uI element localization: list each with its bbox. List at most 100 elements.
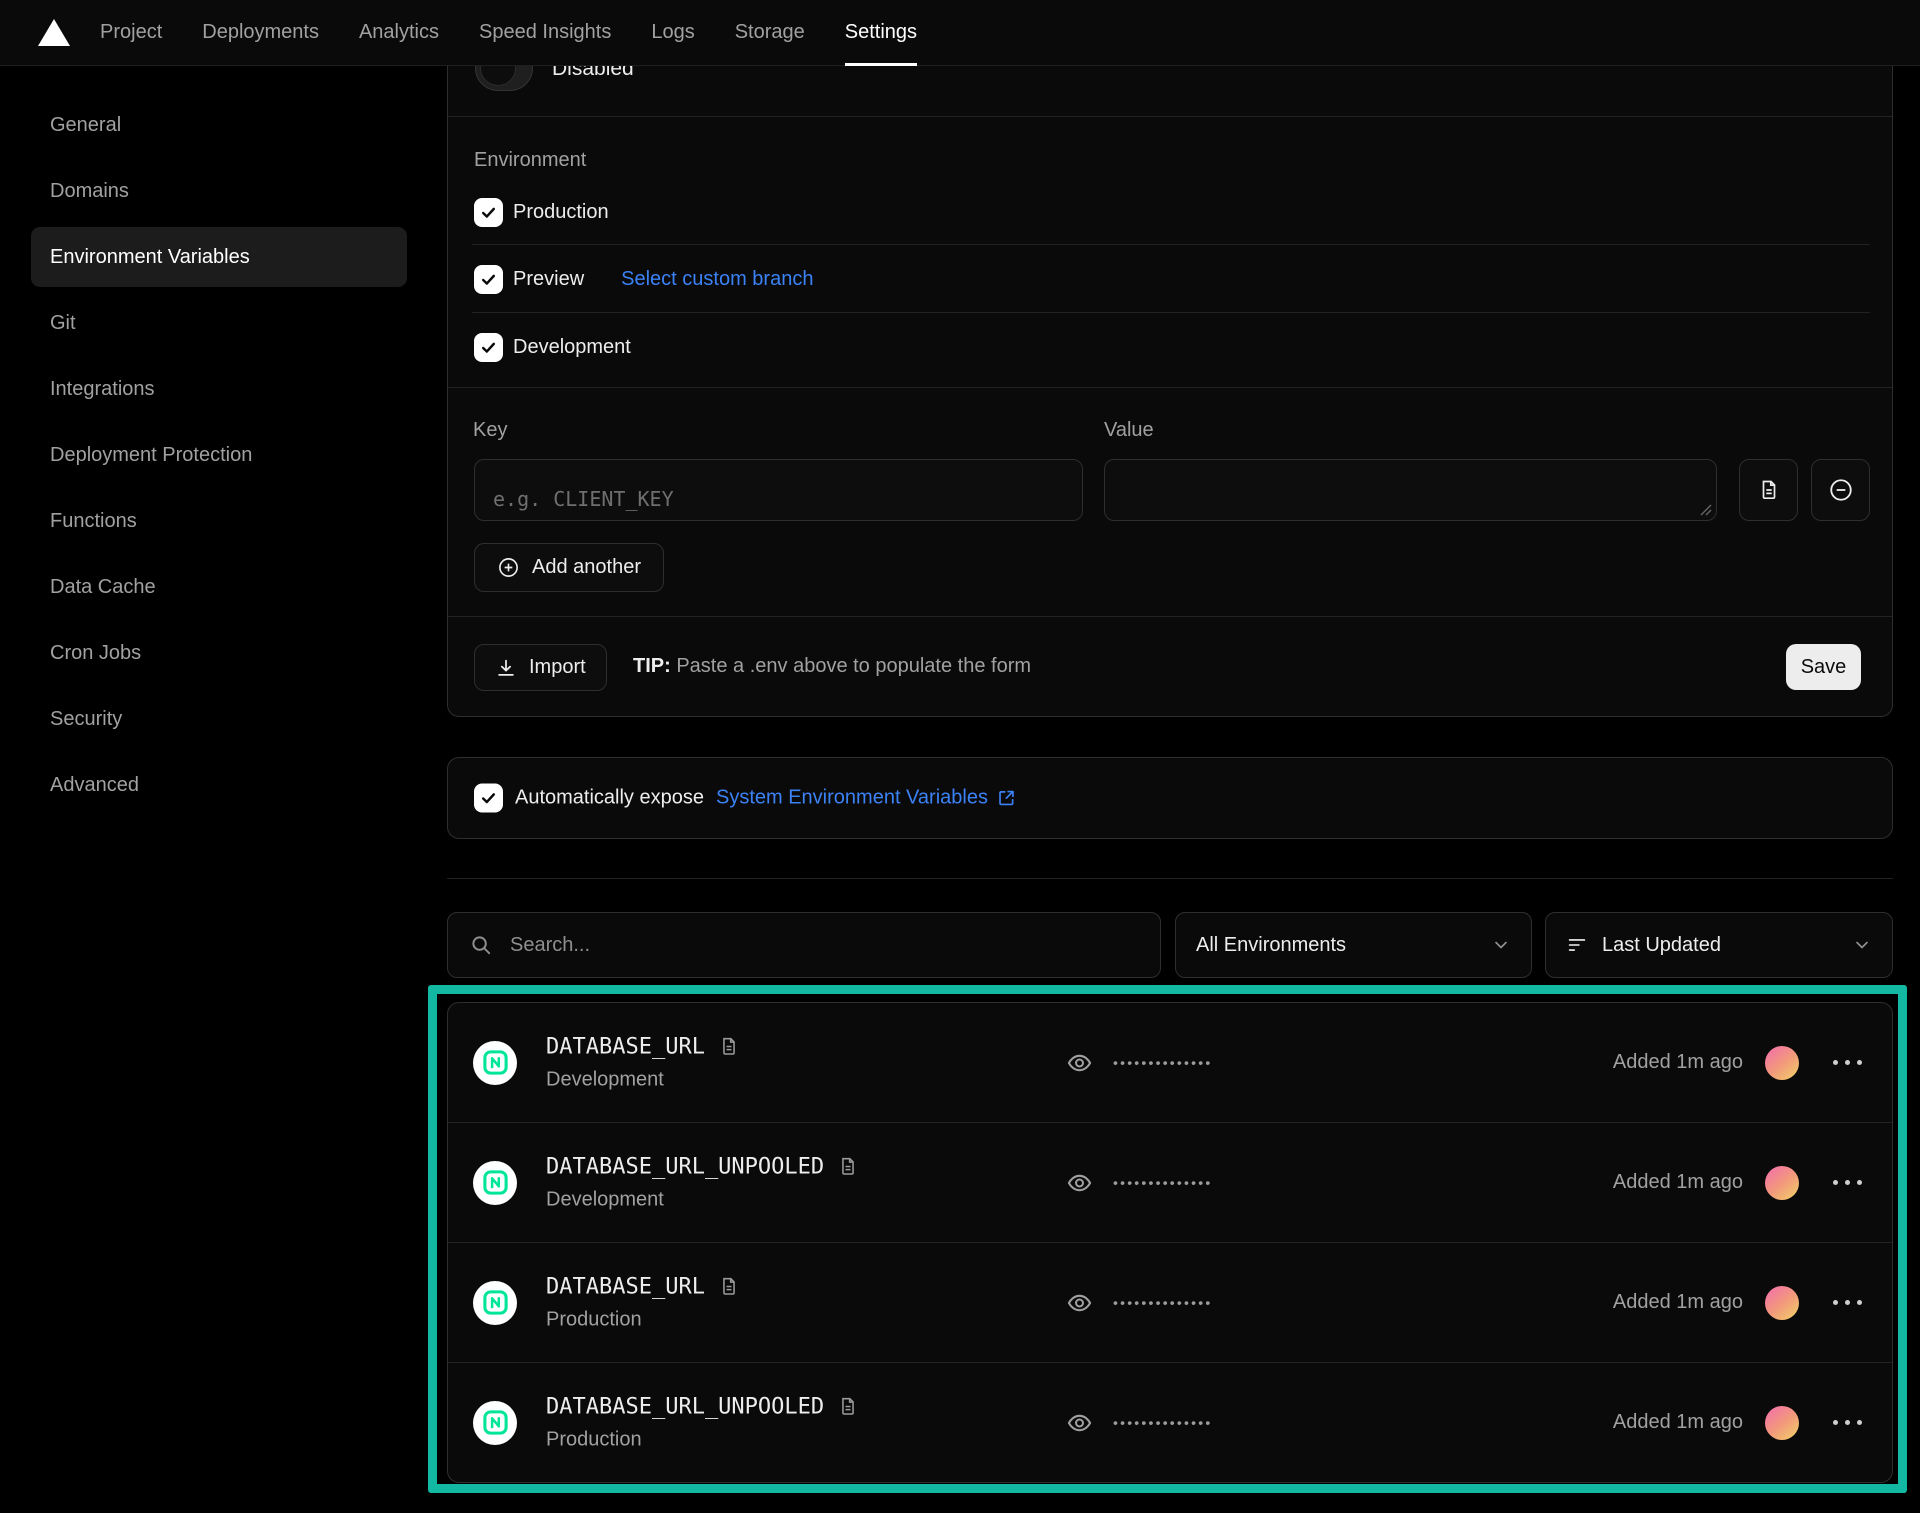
env-var-row[interactable]: DATABASE_URL_UNPOOLED Production •••••••… (448, 1362, 1892, 1482)
hidden-value-dots: •••••••••••••• (1113, 1295, 1212, 1311)
system-env-variables-link-text: System Environment Variables (716, 787, 988, 810)
remove-row-button[interactable] (1811, 459, 1870, 521)
sort-lines-icon (1566, 934, 1588, 956)
neon-integration-icon (473, 1401, 517, 1445)
import-label: Import (529, 656, 586, 679)
nav-item-storage[interactable]: Storage (735, 0, 805, 66)
user-avatar (1765, 1166, 1799, 1200)
import-tip: TIP: Paste a .env above to populate the … (633, 655, 1031, 678)
nav-item-speed-insights[interactable]: Speed Insights (479, 0, 611, 66)
env-var-row[interactable]: DATABASE_URL Development •••••••••••••• … (448, 1003, 1892, 1122)
added-timestamp: Added 1m ago (1613, 1411, 1743, 1434)
system-env-variables-link[interactable]: System Environment Variables (716, 787, 1017, 810)
file-text-icon (837, 1156, 859, 1178)
development-label: Development (513, 336, 631, 359)
chevron-down-icon (1491, 935, 1511, 955)
eye-icon[interactable] (1066, 1409, 1093, 1436)
sidebar-item-environment-variables[interactable]: Environment Variables (31, 227, 407, 287)
sidebar-item-general[interactable]: General (31, 95, 407, 155)
file-text-icon (718, 1036, 740, 1058)
eye-icon[interactable] (1066, 1169, 1093, 1196)
env-var-row[interactable]: DATABASE_URL_UNPOOLED Development ••••••… (448, 1122, 1892, 1242)
hidden-value-dots: •••••••••••••• (1113, 1415, 1212, 1431)
checkmark-icon (480, 790, 497, 807)
env-var-row[interactable]: DATABASE_URL Production •••••••••••••• A… (448, 1242, 1892, 1362)
sort-value: Last Updated (1602, 934, 1721, 957)
row-menu-button[interactable] (1833, 1296, 1862, 1309)
environment-filter-dropdown[interactable]: All Environments (1175, 912, 1532, 978)
env-var-form-card: Disabled Environment Production Preview … (447, 0, 1893, 717)
environment-section-label: Environment (474, 149, 586, 172)
checkmark-icon (480, 339, 497, 356)
file-text-icon (837, 1396, 859, 1418)
env-var-list: DATABASE_URL Development •••••••••••••• … (447, 1002, 1893, 1483)
resize-grip-icon (1700, 504, 1712, 516)
neon-integration-icon (473, 1161, 517, 1205)
chevron-down-icon (1852, 935, 1872, 955)
system-env-card: Automatically expose System Environment … (447, 757, 1893, 839)
added-timestamp: Added 1m ago (1613, 1051, 1743, 1074)
eye-icon[interactable] (1066, 1289, 1093, 1316)
neon-integration-icon (473, 1041, 517, 1085)
added-timestamp: Added 1m ago (1613, 1171, 1743, 1194)
checkmark-icon (480, 204, 497, 221)
user-avatar (1765, 1286, 1799, 1320)
paste-env-file-button[interactable] (1739, 459, 1798, 521)
sidebar-item-domains[interactable]: Domains (31, 161, 407, 221)
sort-dropdown[interactable]: Last Updated (1545, 912, 1893, 978)
nav-item-analytics[interactable]: Analytics (359, 0, 439, 66)
row-menu-button[interactable] (1833, 1416, 1862, 1429)
sidebar-item-integrations[interactable]: Integrations (31, 359, 407, 419)
sidebar-item-functions[interactable]: Functions (31, 491, 407, 551)
production-checkbox[interactable] (474, 198, 503, 227)
auto-expose-label: Automatically expose (515, 787, 704, 810)
production-label: Production (513, 201, 609, 224)
hidden-value-dots: •••••••••••••• (1113, 1175, 1212, 1191)
add-another-button[interactable]: Add another (474, 543, 664, 592)
sidebar-item-cron-jobs[interactable]: Cron Jobs (31, 623, 407, 683)
nav-item-deployments[interactable]: Deployments (202, 0, 319, 66)
value-label: Value (1104, 419, 1154, 442)
file-text-icon (1757, 478, 1781, 502)
sidebar-item-advanced[interactable]: Advanced (31, 755, 407, 815)
key-input[interactable] (475, 460, 1082, 520)
key-label: Key (473, 419, 507, 442)
sidebar-item-deployment-protection[interactable]: Deployment Protection (31, 425, 407, 485)
file-text-icon (718, 1276, 740, 1298)
nav-item-logs[interactable]: Logs (651, 0, 694, 66)
nav-item-settings[interactable]: Settings (845, 0, 917, 66)
select-custom-branch-link[interactable]: Select custom branch (621, 268, 813, 291)
env-var-search (447, 912, 1161, 978)
row-menu-button[interactable] (1833, 1056, 1862, 1069)
search-input[interactable] (510, 934, 1160, 957)
import-button[interactable]: Import (474, 644, 607, 691)
sidebar-item-data-cache[interactable]: Data Cache (31, 557, 407, 617)
vercel-logo-icon[interactable] (38, 19, 70, 46)
plus-circle-icon (497, 556, 520, 579)
preview-label: Preview (513, 268, 584, 291)
save-button[interactable]: Save (1786, 644, 1861, 690)
tip-rest: Paste a .env above to populate the form (671, 655, 1031, 677)
sidebar-item-git[interactable]: Git (31, 293, 407, 353)
sidebar-item-security[interactable]: Security (31, 689, 407, 749)
env-var-name: DATABASE_URL (546, 1274, 705, 1299)
download-icon (495, 657, 517, 679)
user-avatar (1765, 1046, 1799, 1080)
search-icon (470, 934, 493, 957)
preview-checkbox[interactable] (474, 265, 503, 294)
development-checkbox[interactable] (474, 333, 503, 362)
auto-expose-checkbox[interactable] (474, 784, 503, 813)
settings-sidebar: General Domains Environment Variables Gi… (31, 95, 407, 821)
env-var-environment: Development (546, 1188, 859, 1211)
eye-icon[interactable] (1066, 1049, 1093, 1076)
row-menu-button[interactable] (1833, 1176, 1862, 1189)
nav-item-project[interactable]: Project (100, 0, 162, 66)
top-nav: Project Deployments Analytics Speed Insi… (0, 0, 1920, 66)
user-avatar (1765, 1406, 1799, 1440)
env-var-name: DATABASE_URL_UNPOOLED (546, 1154, 824, 1179)
env-var-name: DATABASE_URL (546, 1034, 705, 1059)
env-var-environment: Development (546, 1068, 740, 1091)
minus-circle-icon (1828, 477, 1854, 503)
value-textarea[interactable] (1105, 460, 1716, 520)
added-timestamp: Added 1m ago (1613, 1291, 1743, 1314)
